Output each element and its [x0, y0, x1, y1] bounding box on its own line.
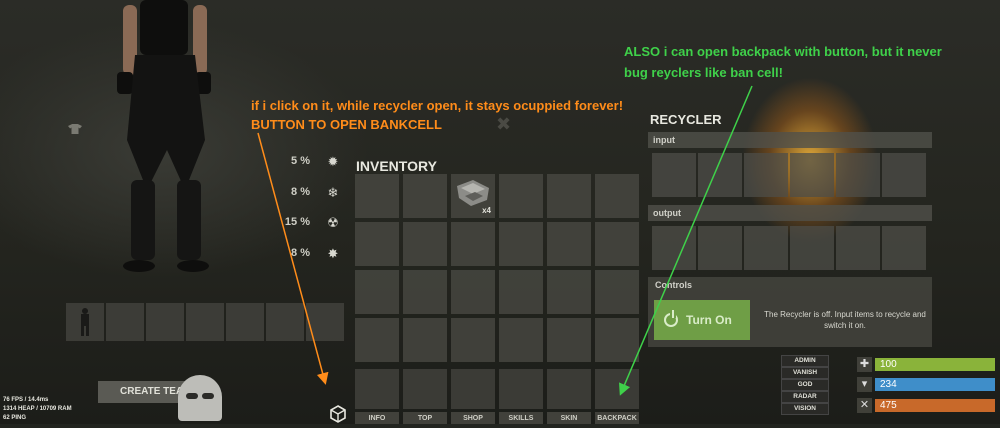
annotation-arrows	[257, 85, 753, 396]
green-arrow	[619, 85, 753, 396]
orange-arrow	[257, 132, 329, 385]
